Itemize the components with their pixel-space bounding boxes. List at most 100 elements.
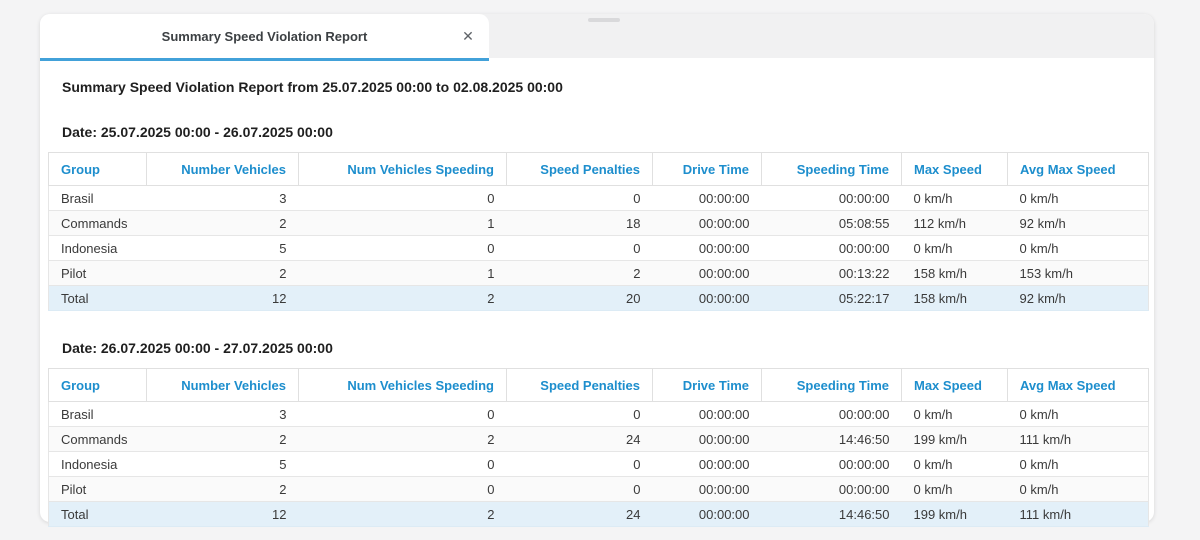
- total-value-cell: 12: [147, 502, 299, 527]
- value-cell: 112 km/h: [902, 211, 1008, 236]
- value-cell: 2: [147, 477, 299, 502]
- report-window: Summary Speed Violation Report ✕ Summary…: [40, 14, 1154, 522]
- table-row: Commands222400:00:0014:46:50199 km/h111 …: [49, 427, 1149, 452]
- value-cell: 00:00:00: [653, 427, 762, 452]
- total-value-cell: 2: [299, 286, 507, 311]
- tab-active-indicator: [40, 58, 489, 61]
- value-cell: 5: [147, 452, 299, 477]
- value-cell: 24: [507, 427, 653, 452]
- table-header-row: GroupNumber VehiclesNum Vehicles Speedin…: [49, 153, 1149, 186]
- value-cell: 0 km/h: [1008, 402, 1149, 427]
- value-cell: 0: [299, 477, 507, 502]
- total-label-cell: Total: [49, 286, 147, 311]
- column-header: Number Vehicles: [147, 153, 299, 186]
- value-cell: 3: [147, 402, 299, 427]
- violation-table-2: GroupNumber VehiclesNum Vehicles Speedin…: [48, 368, 1149, 527]
- value-cell: 199 km/h: [902, 427, 1008, 452]
- value-cell: 00:00:00: [653, 402, 762, 427]
- group-cell: Pilot: [49, 261, 147, 286]
- value-cell: 00:00:00: [762, 236, 902, 261]
- value-cell: 00:00:00: [653, 236, 762, 261]
- date-heading: Date: 26.07.2025 00:00 - 27.07.2025 00:0…: [62, 340, 1154, 356]
- tab-title: Summary Speed Violation Report: [162, 29, 368, 44]
- column-header: Num Vehicles Speeding: [299, 369, 507, 402]
- table-row: Brasil30000:00:0000:00:000 km/h0 km/h: [49, 402, 1149, 427]
- total-value-cell: 199 km/h: [902, 502, 1008, 527]
- column-header: Number Vehicles: [147, 369, 299, 402]
- value-cell: 0: [299, 452, 507, 477]
- column-header: Speed Penalties: [507, 153, 653, 186]
- tab-summary-speed-violation-report[interactable]: Summary Speed Violation Report ✕: [40, 14, 489, 58]
- value-cell: 0 km/h: [902, 186, 1008, 211]
- value-cell: 0: [299, 402, 507, 427]
- group-cell: Indonesia: [49, 452, 147, 477]
- value-cell: 0: [299, 186, 507, 211]
- value-cell: 0 km/h: [1008, 477, 1149, 502]
- table-row: Brasil30000:00:0000:00:000 km/h0 km/h: [49, 186, 1149, 211]
- value-cell: 00:00:00: [653, 186, 762, 211]
- value-cell: 2: [147, 261, 299, 286]
- value-cell: 00:00:00: [653, 261, 762, 286]
- date-heading: Date: 25.07.2025 00:00 - 26.07.2025 00:0…: [62, 124, 1154, 140]
- column-header: Group: [49, 369, 147, 402]
- total-row: Total1222000:00:0005:22:17158 km/h92 km/…: [49, 286, 1149, 311]
- column-header: Drive Time: [653, 369, 762, 402]
- total-value-cell: 92 km/h: [1008, 286, 1149, 311]
- value-cell: 1: [299, 261, 507, 286]
- column-header: Group: [49, 153, 147, 186]
- table-header-row: GroupNumber VehiclesNum Vehicles Speedin…: [49, 369, 1149, 402]
- tab-close-button[interactable]: ✕: [457, 25, 479, 47]
- value-cell: 00:00:00: [653, 211, 762, 236]
- column-header: Speeding Time: [762, 153, 902, 186]
- value-cell: 00:13:22: [762, 261, 902, 286]
- group-cell: Commands: [49, 427, 147, 452]
- value-cell: 111 km/h: [1008, 427, 1149, 452]
- value-cell: 00:00:00: [762, 186, 902, 211]
- value-cell: 0: [507, 477, 653, 502]
- close-icon: ✕: [462, 28, 474, 44]
- total-value-cell: 111 km/h: [1008, 502, 1149, 527]
- value-cell: 2: [147, 211, 299, 236]
- value-cell: 0 km/h: [902, 402, 1008, 427]
- group-cell: Indonesia: [49, 236, 147, 261]
- total-value-cell: 20: [507, 286, 653, 311]
- value-cell: 0 km/h: [1008, 186, 1149, 211]
- value-cell: 05:08:55: [762, 211, 902, 236]
- total-label-cell: Total: [49, 502, 147, 527]
- column-header: Num Vehicles Speeding: [299, 153, 507, 186]
- value-cell: 0: [507, 236, 653, 261]
- column-header: Speeding Time: [762, 369, 902, 402]
- value-cell: 00:00:00: [653, 452, 762, 477]
- total-row: Total1222400:00:0014:46:50199 km/h111 km…: [49, 502, 1149, 527]
- value-cell: 0: [507, 402, 653, 427]
- group-cell: Commands: [49, 211, 147, 236]
- value-cell: 14:46:50: [762, 427, 902, 452]
- value-cell: 0: [507, 186, 653, 211]
- value-cell: 0 km/h: [902, 236, 1008, 261]
- value-cell: 92 km/h: [1008, 211, 1149, 236]
- value-cell: 0 km/h: [902, 452, 1008, 477]
- drag-handle[interactable]: [588, 18, 620, 22]
- total-value-cell: 00:00:00: [653, 502, 762, 527]
- value-cell: 0 km/h: [1008, 452, 1149, 477]
- value-cell: 00:00:00: [762, 402, 902, 427]
- total-value-cell: 00:00:00: [653, 286, 762, 311]
- value-cell: 18: [507, 211, 653, 236]
- table-row: Commands211800:00:0005:08:55112 km/h92 k…: [49, 211, 1149, 236]
- column-header: Avg Max Speed: [1008, 153, 1149, 186]
- total-value-cell: 05:22:17: [762, 286, 902, 311]
- value-cell: 2: [507, 261, 653, 286]
- value-cell: 0: [299, 236, 507, 261]
- value-cell: 00:00:00: [762, 452, 902, 477]
- value-cell: 0 km/h: [1008, 236, 1149, 261]
- value-cell: 158 km/h: [902, 261, 1008, 286]
- value-cell: 00:00:00: [762, 477, 902, 502]
- group-cell: Pilot: [49, 477, 147, 502]
- value-cell: 153 km/h: [1008, 261, 1149, 286]
- total-value-cell: 2: [299, 502, 507, 527]
- report-title: Summary Speed Violation Report from 25.0…: [62, 79, 1154, 95]
- total-value-cell: 14:46:50: [762, 502, 902, 527]
- total-value-cell: 158 km/h: [902, 286, 1008, 311]
- column-header: Max Speed: [902, 369, 1008, 402]
- table-row: Indonesia50000:00:0000:00:000 km/h0 km/h: [49, 452, 1149, 477]
